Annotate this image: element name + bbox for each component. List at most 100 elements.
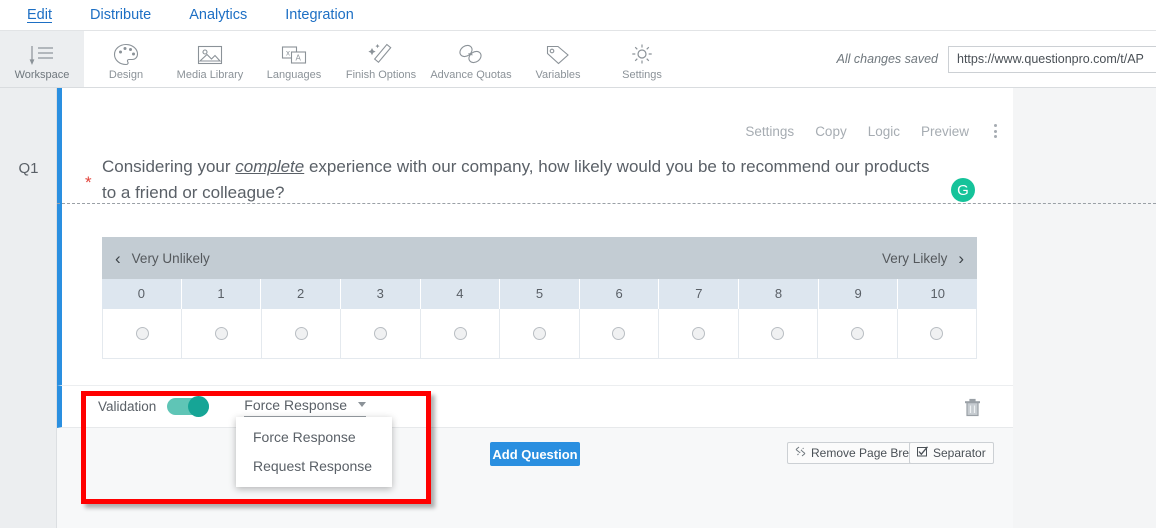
workspace-icon (27, 40, 57, 66)
radio-icon-2[interactable] (294, 327, 308, 340)
nps-radio-cell-5[interactable] (500, 309, 580, 358)
nps-value-3: 3 (340, 279, 421, 309)
toolbar-label-variables: Variables (535, 68, 581, 81)
toolbar-item-media-library[interactable]: Media Library (168, 31, 252, 87)
radio-icon-10[interactable] (930, 327, 944, 340)
nps-value-10: 10 (898, 279, 978, 309)
toolbar-item-settings[interactable]: Settings (600, 31, 684, 87)
link-icon (457, 40, 485, 66)
survey-canvas: Settings Copy Logic Preview * Considerin… (57, 88, 1156, 528)
nav-tab-integration[interactable]: Integration (266, 0, 373, 30)
radio-icon-3[interactable] (374, 327, 388, 340)
radio-icon-8[interactable] (771, 327, 785, 340)
toolbar-label-settings: Settings (622, 68, 662, 81)
toolbar-item-advance-quotas[interactable]: Advance Quotas (426, 31, 516, 87)
nav-tab-distribute[interactable]: Distribute (71, 0, 170, 30)
nps-scale-header: ‹ Very Unlikely Very Likely › (102, 237, 977, 279)
nps-value-7: 7 (659, 279, 740, 309)
svg-text:A: A (296, 53, 302, 62)
radio-icon-0[interactable] (135, 327, 149, 340)
radio-icon-9[interactable] (850, 327, 864, 340)
radio-icon-5[interactable] (532, 327, 546, 340)
toolbar-item-finish-options[interactable]: Finish Options (336, 31, 426, 87)
svg-text:x: x (286, 48, 290, 57)
remove-page-break-label: Remove Page Break (811, 446, 922, 460)
question-text-part1: Considering your (102, 157, 236, 176)
nps-left-anchor: ‹ Very Unlikely (115, 250, 210, 267)
question-copy-link[interactable]: Copy (815, 124, 847, 139)
validation-toggle[interactable] (167, 396, 210, 417)
toolbar-label-workspace: Workspace (14, 68, 70, 81)
chevron-down-icon (358, 402, 367, 407)
grammarly-icon[interactable]: G (951, 178, 975, 202)
nps-value-9: 9 (818, 279, 899, 309)
save-status-area: All changes saved https://www.questionpr… (837, 31, 1156, 87)
toolbar-label-advance-quotas: Advance Quotas (430, 68, 512, 81)
editor-toolbar: Workspace Design Media Library x A Langu… (0, 31, 1156, 88)
toolbar-item-languages[interactable]: x A Languages (252, 31, 336, 87)
nps-radio-cell-4[interactable] (420, 309, 501, 358)
nps-radio-row (102, 309, 977, 359)
toolbar-label-finish-options: Finish Options (345, 68, 417, 81)
tag-icon (545, 40, 571, 66)
question-logic-link[interactable]: Logic (868, 124, 900, 139)
nps-radio-cell-6[interactable] (579, 309, 660, 358)
nps-value-2: 2 (261, 279, 341, 309)
nps-radio-cell-8[interactable] (738, 309, 819, 358)
nps-radio-cell-2[interactable] (261, 309, 342, 358)
nps-value-0: 0 (102, 279, 182, 309)
toolbar-item-variables[interactable]: Variables (516, 31, 600, 87)
add-question-button[interactable]: Add Question (490, 442, 580, 466)
toolbar-item-workspace[interactable]: Workspace (0, 31, 84, 87)
nav-tab-analytics[interactable]: Analytics (170, 0, 266, 30)
question-text: Considering your complete experience wit… (102, 154, 932, 206)
dropdown-option-force-response[interactable]: Force Response (236, 423, 392, 452)
nps-scale: ‹ Very Unlikely Very Likely › 0 1 2 3 4 … (102, 237, 978, 359)
nps-radio-cell-1[interactable] (182, 309, 262, 358)
nps-value-6: 6 (579, 279, 660, 309)
palette-icon (113, 40, 139, 66)
radio-icon-6[interactable] (612, 327, 626, 340)
nps-right-label: Very Likely (882, 250, 948, 266)
toolbar-label-design: Design (108, 68, 144, 81)
survey-editor-app: Edit Distribute Analytics Integration Ad… (0, 0, 1156, 528)
nps-radio-cell-7[interactable] (659, 309, 739, 358)
question-number-label: Q1 (18, 160, 39, 177)
nps-radio-cell-0[interactable] (103, 309, 183, 358)
survey-url-input[interactable]: https://www.questionpro.com/t/AP (948, 45, 1156, 73)
question-action-bar: Settings Copy Logic Preview (745, 122, 1001, 140)
required-marker: * (85, 173, 92, 192)
validation-type-select[interactable]: Force Response (244, 397, 367, 417)
toolbar-label-media-library: Media Library (176, 68, 244, 81)
radio-icon-7[interactable] (691, 327, 705, 340)
nps-radio-cell-3[interactable] (341, 309, 421, 358)
radio-icon-4[interactable] (453, 327, 467, 340)
chevron-right-icon[interactable]: › (958, 250, 964, 267)
question-text-emphasis: complete (235, 157, 305, 176)
validation-bar: Validation Force Response (57, 386, 1013, 428)
nps-value-5: 5 (500, 279, 580, 309)
nps-value-1: 1 (181, 279, 262, 309)
nav-tab-edit[interactable]: Edit (8, 0, 71, 30)
nps-radio-cell-10[interactable] (897, 309, 976, 358)
toolbar-label-languages: Languages (266, 68, 322, 81)
chevron-left-icon[interactable]: ‹ (115, 250, 121, 267)
nps-left-label: Very Unlikely (131, 250, 210, 266)
question-preview-link[interactable]: Preview (921, 124, 969, 139)
nps-value-8: 8 (739, 279, 819, 309)
nps-value-row: 0 1 2 3 4 5 6 7 8 9 10 (102, 279, 978, 309)
question-settings-link[interactable]: Settings (745, 124, 794, 139)
dropdown-option-request-response[interactable]: Request Response (236, 452, 392, 481)
more-vertical-icon[interactable] (990, 122, 1001, 140)
save-status-text: All changes saved (836, 52, 938, 66)
magic-wand-icon (368, 40, 394, 66)
separator-button[interactable]: Separator (909, 442, 994, 464)
radio-icon-1[interactable] (215, 327, 229, 340)
checkbox-checked-icon (917, 446, 928, 460)
image-icon (197, 40, 223, 66)
nps-radio-cell-9[interactable] (818, 309, 898, 358)
separator-label: Separator (933, 446, 986, 460)
trash-icon[interactable] (964, 398, 981, 422)
page-break-icon (795, 446, 806, 460)
toolbar-item-design[interactable]: Design (84, 31, 168, 87)
